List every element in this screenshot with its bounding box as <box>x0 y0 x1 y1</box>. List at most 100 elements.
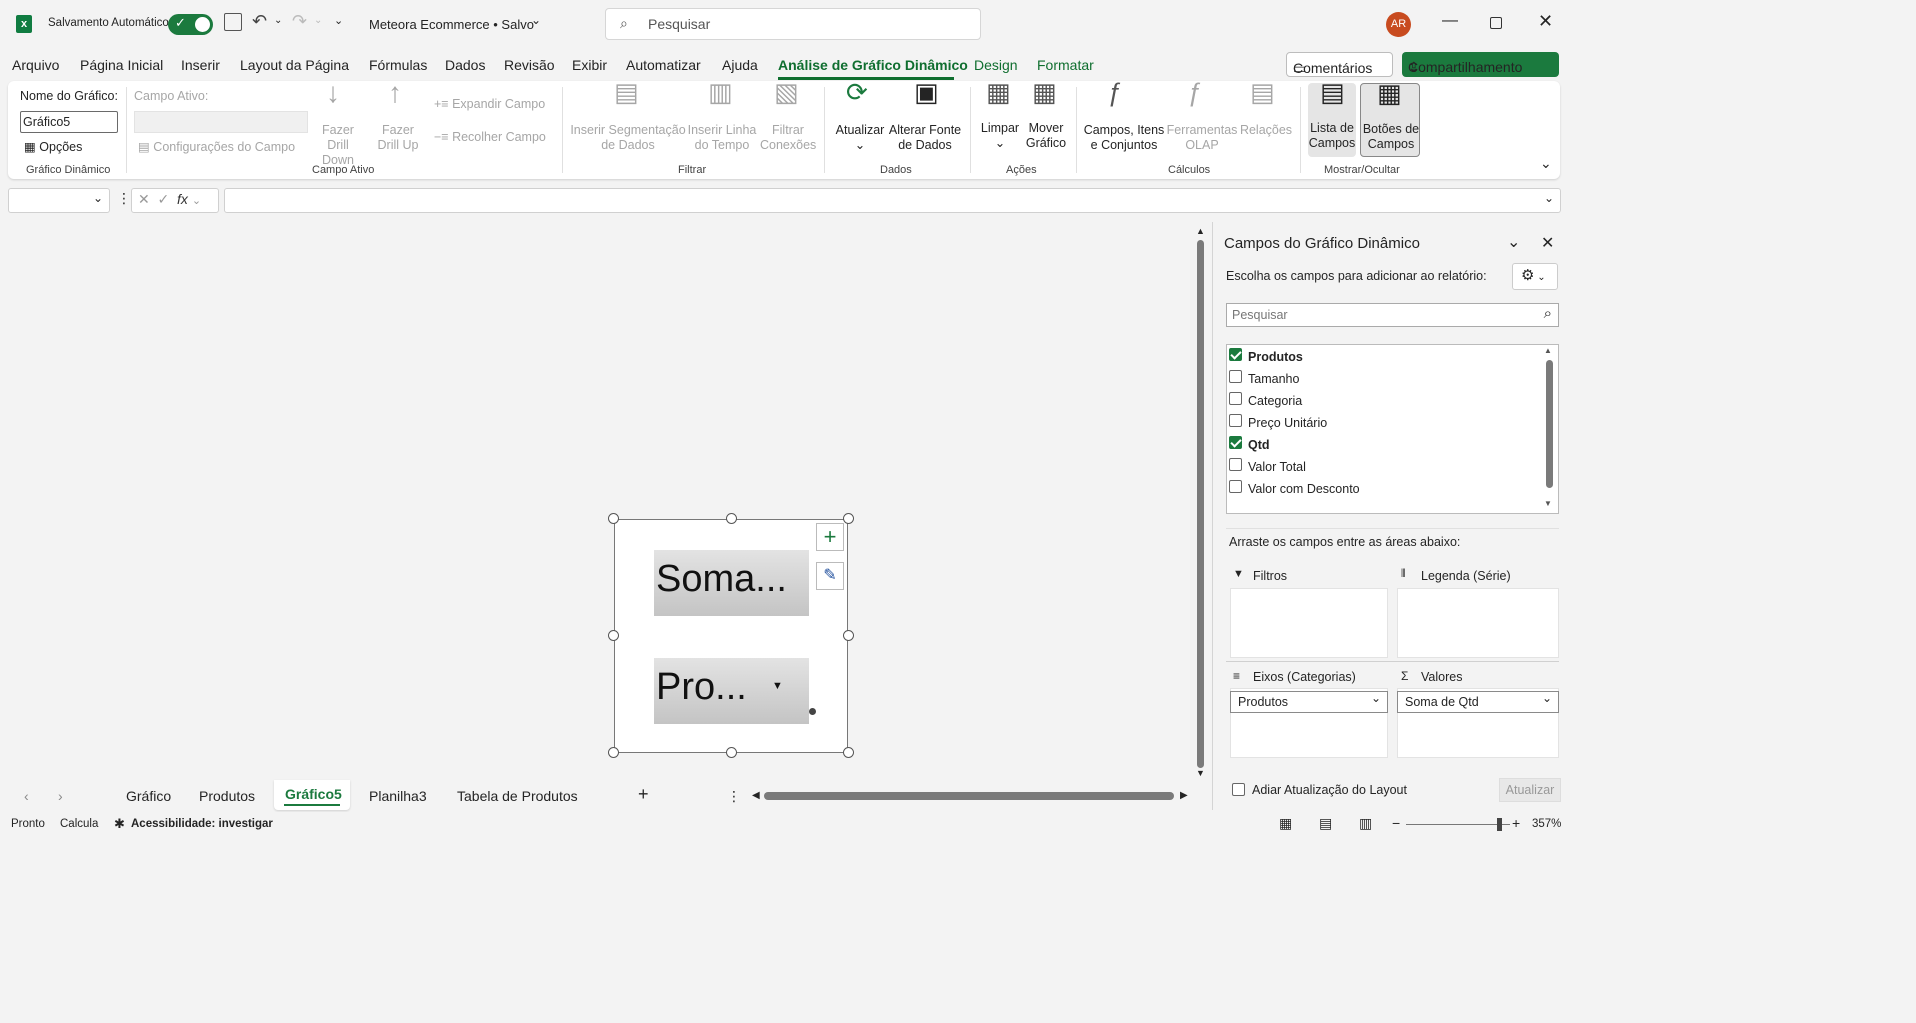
field-qtd[interactable]: Qtd <box>1248 438 1270 452</box>
restore-icon[interactable] <box>1490 17 1502 29</box>
resize-handle-left[interactable] <box>608 630 619 641</box>
axis-dropdown-icon[interactable]: ▼ <box>772 680 783 692</box>
field-checkbox-preco-unitario[interactable] <box>1229 414 1242 427</box>
zoom-level[interactable]: 357% <box>1532 818 1561 830</box>
status-calc[interactable]: Calcula <box>60 818 98 830</box>
menu-formulas[interactable]: Fórmulas <box>369 57 427 73</box>
hscroll-left-icon[interactable]: ◀ <box>752 790 760 801</box>
resize-handle-bottom-right[interactable] <box>843 747 854 758</box>
values-field-dropdown[interactable]: Soma de Qtd <box>1397 691 1559 713</box>
field-produtos[interactable]: Produtos <box>1248 350 1303 364</box>
chart-name-input[interactable]: Gráfico5 <box>20 111 118 133</box>
close-window-icon[interactable]: ✕ <box>1538 11 1553 32</box>
search-box[interactable]: ⌕ Pesquisar <box>605 8 981 40</box>
menu-inserir[interactable]: Inserir <box>181 57 220 73</box>
menu-automatizar[interactable]: Automatizar <box>626 57 701 73</box>
zoom-slider[interactable] <box>1406 824 1510 825</box>
menu-formatar[interactable]: Formatar <box>1037 57 1094 73</box>
name-box[interactable]: ⌄ <box>8 188 110 213</box>
zoom-slider-thumb[interactable] <box>1497 818 1502 831</box>
more-icon[interactable]: ⋮ <box>117 190 131 207</box>
olap-tools-button[interactable]: Ferramentas OLAP <box>1166 123 1238 153</box>
customize-toolbar-icon[interactable]: ⌄ <box>334 14 343 27</box>
chart-elements-button[interactable]: + <box>816 523 844 551</box>
field-checkbox-produtos[interactable] <box>1229 348 1242 361</box>
comments-button[interactable]: ▭ Comentários <box>1286 52 1393 77</box>
pane-close-icon[interactable]: ✕ <box>1541 233 1554 253</box>
menu-dados[interactable]: Dados <box>445 57 485 73</box>
share-button[interactable]: ⇪ Compartilhamento ⌄ <box>1402 52 1559 77</box>
field-checkbox-categoria[interactable] <box>1229 392 1242 405</box>
insert-timeline-button[interactable]: Inserir Linha do Tempo <box>686 123 758 153</box>
sheet-tab-produtos[interactable]: Produtos <box>199 788 255 804</box>
redo-dropdown-icon[interactable]: ⌄ <box>314 15 322 26</box>
change-data-source-button[interactable]: Alterar Fonte de Dados <box>888 123 962 153</box>
fields-items-sets-button[interactable]: Campos, Itens e Conjuntos <box>1082 123 1166 153</box>
avatar[interactable]: AR <box>1386 12 1411 37</box>
field-preco-unitario[interactable]: Preço Unitário <box>1248 416 1327 430</box>
scroll-up-icon[interactable]: ▲ <box>1196 226 1205 236</box>
menu-revisao[interactable]: Revisão <box>504 57 555 73</box>
add-sheet-icon[interactable]: + <box>638 784 649 805</box>
axis-field-button[interactable]: Pro... ▼ <box>654 658 809 724</box>
formula-expand-icon[interactable]: ⌄ <box>1544 191 1554 205</box>
menu-analise-grafico[interactable]: Análise de Gráfico Dinâmico <box>778 57 968 73</box>
field-valor-total[interactable]: Valor Total <box>1248 460 1306 474</box>
insert-slicer-button[interactable]: Inserir Segmentação de Dados <box>570 123 686 153</box>
clear-button[interactable]: Limpar ⌄ <box>978 121 1022 151</box>
sheet-tab-grafico5[interactable]: Gráfico5 <box>274 780 350 810</box>
defer-layout-checkbox[interactable] <box>1232 783 1245 796</box>
options-button[interactable]: ▦ Opções <box>24 140 82 155</box>
drill-up-button[interactable]: Fazer Drill Up <box>370 123 426 153</box>
expand-field-button[interactable]: +≡ Expandir Campo <box>434 97 545 112</box>
worksheet-area[interactable]: Soma... Pro... ▼ + ✎ ▲ ▼ <box>0 222 1205 778</box>
sheet-tab-grafico[interactable]: Gráfico <box>126 788 171 804</box>
menu-arquivo[interactable]: Arquivo <box>12 57 59 73</box>
field-buttons-button[interactable]: ▦ Botões de Campos <box>1360 80 1420 157</box>
title-chevron-icon[interactable]: ⌄ <box>531 13 541 27</box>
minimize-icon[interactable]: — <box>1442 12 1458 30</box>
update-button[interactable]: Atualizar <box>1499 778 1561 802</box>
pane-search-input[interactable]: Pesquisar ⌕ <box>1226 303 1559 327</box>
chart-styles-button[interactable]: ✎ <box>816 562 844 590</box>
menu-design[interactable]: Design <box>974 57 1018 73</box>
vertical-scrollbar[interactable]: ▲ ▼ <box>1196 226 1206 778</box>
sum-field-button[interactable]: Soma... <box>654 550 809 616</box>
resize-handle-bottom-left[interactable] <box>608 747 619 758</box>
undo-dropdown-icon[interactable]: ⌄ <box>274 15 282 26</box>
enter-icon[interactable]: ✓ <box>158 191 170 207</box>
scroll-down-icon[interactable]: ▼ <box>1196 768 1205 778</box>
resize-handle-top-left[interactable] <box>608 513 619 524</box>
normal-view-icon[interactable]: ▦ <box>1279 815 1292 832</box>
resize-handle-right[interactable] <box>843 630 854 641</box>
hscroll-right-icon[interactable]: ▶ <box>1180 790 1188 801</box>
sheet-tab-planilha3[interactable]: Planilha3 <box>369 788 427 804</box>
redo-icon[interactable]: ↷ <box>292 11 307 32</box>
zoom-in-icon[interactable]: + <box>1512 815 1520 831</box>
filters-area[interactable] <box>1230 588 1388 658</box>
field-categoria[interactable]: Categoria <box>1248 394 1302 408</box>
field-checkbox-valor-desconto[interactable] <box>1229 480 1242 493</box>
page-layout-view-icon[interactable]: ▤ <box>1319 815 1332 832</box>
page-break-view-icon[interactable]: ▥ <box>1359 815 1372 832</box>
collapse-field-button[interactable]: −≡ Recolher Campo <box>434 130 546 145</box>
move-chart-button[interactable]: Mover Gráfico <box>1022 121 1070 151</box>
sheet-tab-tabela-produtos[interactable]: Tabela de Produtos <box>457 788 578 804</box>
field-valor-desconto[interactable]: Valor com Desconto <box>1248 482 1360 496</box>
field-checkbox-tamanho[interactable] <box>1229 370 1242 383</box>
field-checkbox-valor-total[interactable] <box>1229 458 1242 471</box>
field-list-button[interactable]: ▤ Lista de Campos <box>1308 79 1356 157</box>
pane-options-chevron-icon[interactable]: ⌄ <box>1507 232 1520 252</box>
tab-next-icon[interactable]: › <box>58 788 63 804</box>
tab-prev-icon[interactable]: ‹ <box>24 788 29 804</box>
field-scroll-thumb[interactable] <box>1546 360 1553 488</box>
resize-handle-top-right[interactable] <box>843 513 854 524</box>
resize-handle-top[interactable] <box>726 513 737 524</box>
field-scroll-up-icon[interactable]: ▲ <box>1544 346 1552 355</box>
resize-handle-bottom[interactable] <box>726 747 737 758</box>
ribbon-collapse-chevron-icon[interactable]: ⌄ <box>1540 155 1552 172</box>
field-checkbox-qtd[interactable] <box>1229 436 1242 449</box>
legend-area[interactable] <box>1397 588 1559 658</box>
menu-exibir[interactable]: Exibir <box>572 57 607 73</box>
pane-settings-button[interactable]: ⚙ ⌄ <box>1512 263 1558 290</box>
